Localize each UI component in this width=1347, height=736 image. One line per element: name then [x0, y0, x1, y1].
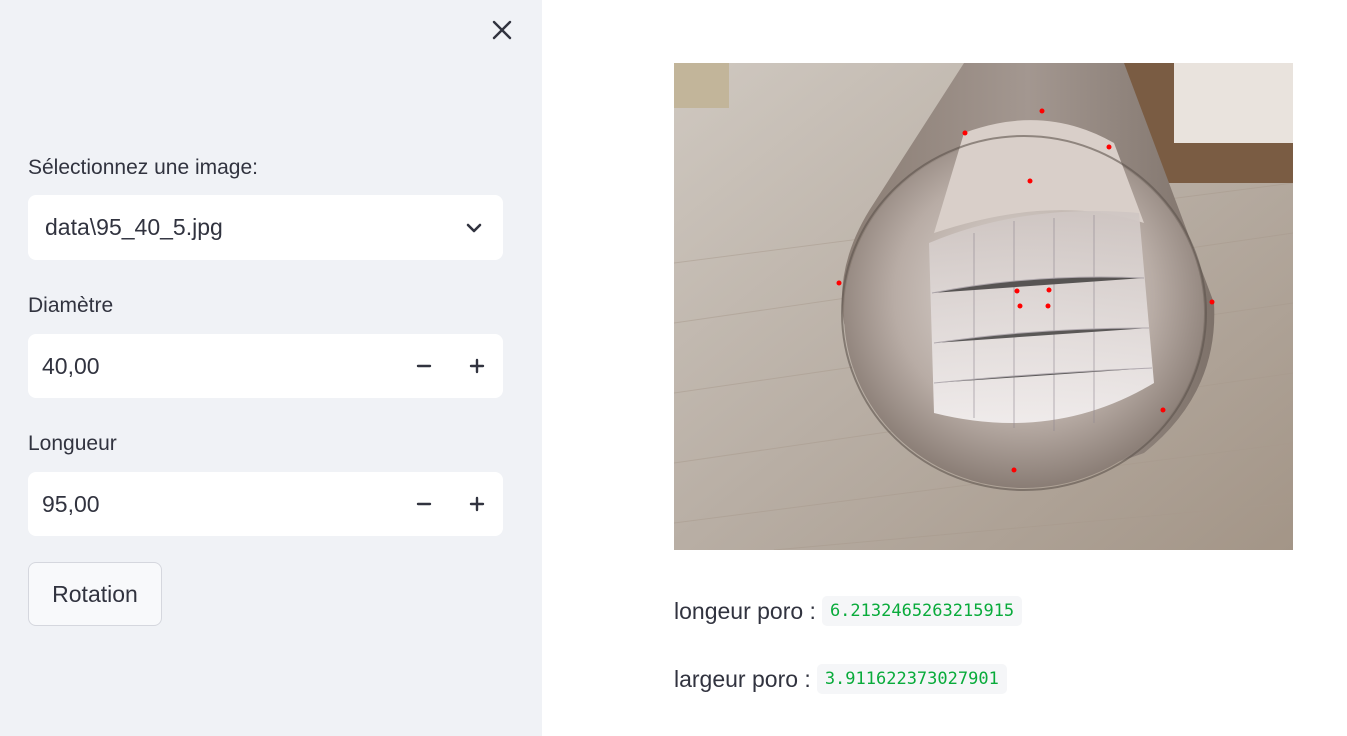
chevron-down-icon	[466, 223, 482, 232]
diametre-input[interactable]	[28, 334, 397, 398]
minus-icon	[416, 502, 431, 506]
tube-photo-image	[674, 63, 1293, 550]
metric-label: longeur poro :	[674, 597, 816, 624]
longueur-number-input	[28, 472, 503, 536]
longueur-increment-button[interactable]	[450, 472, 503, 536]
sidebar: Sélectionnez une image: data\95_40_5.jpg…	[0, 0, 542, 736]
metric-longeur-poro: longeur poro : 6.2132465263215915	[674, 596, 1023, 626]
diametre-increment-button[interactable]	[450, 334, 503, 398]
image-select-label: Sélectionnez une image:	[28, 156, 258, 179]
minus-icon	[416, 364, 431, 368]
longueur-decrement-button[interactable]	[397, 472, 450, 536]
metric-value: 3.911622373027901	[816, 664, 1007, 694]
plus-icon	[469, 358, 484, 374]
tube-photo	[674, 63, 1293, 550]
diametre-number-input	[28, 334, 503, 398]
metric-largeur-poro: largeur poro : 3.911622373027901	[674, 664, 1007, 694]
rotation-button[interactable]: Rotation	[28, 562, 162, 626]
close-sidebar-button[interactable]	[486, 14, 518, 46]
diametre-label: Diamètre	[28, 294, 114, 317]
diametre-decrement-button[interactable]	[397, 334, 450, 398]
plus-icon	[469, 496, 484, 512]
longueur-input[interactable]	[28, 472, 397, 536]
metric-value: 6.2132465263215915	[821, 596, 1023, 626]
image-select[interactable]: data\95_40_5.jpg	[28, 195, 503, 260]
close-icon	[492, 20, 512, 40]
image-select-value: data\95_40_5.jpg	[45, 214, 223, 240]
longueur-label: Longueur	[28, 432, 117, 455]
metric-label: largeur poro :	[674, 665, 811, 692]
